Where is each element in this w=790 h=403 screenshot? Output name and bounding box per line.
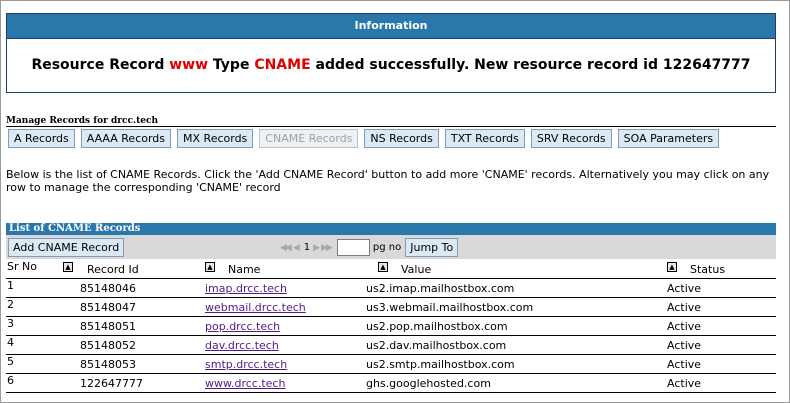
tab-mx-records[interactable]: MX Records — [177, 129, 254, 148]
list-title: List of CNAME Records — [6, 223, 776, 235]
tab-soa-parameters[interactable]: SOA Parameters — [617, 129, 720, 148]
record-id-cell: 85148047 — [80, 301, 136, 314]
sr-cell: 3 — [7, 317, 14, 330]
record-name-link[interactable]: webmail.drcc.tech — [205, 301, 306, 314]
first-page-icon[interactable]: ◀◀ — [280, 243, 292, 253]
record-id-cell: 85148053 — [80, 358, 136, 371]
value-cell: us2.dav.mailhostbox.com — [366, 339, 507, 352]
tab-ns-records[interactable]: NS Records — [364, 129, 439, 148]
record-type-highlight: CNAME — [254, 57, 311, 73]
jump-to-button[interactable]: Jump To — [405, 238, 459, 257]
table-row[interactable]: 2 85148047 webmail.drcc.tech us3.webmail… — [6, 298, 776, 317]
table-row[interactable]: 6 122647777 www.drcc.tech ghs.googlehost… — [6, 374, 776, 393]
add-cname-record-button[interactable]: Add CNAME Record — [8, 238, 125, 257]
table-header: Sr No ▲ Record Id ▲ Name ▲ Value ▲ Statu… — [6, 260, 776, 279]
value-cell: us2.imap.mailhostbox.com — [366, 282, 515, 295]
record-name-link[interactable]: pop.drcc.tech — [205, 320, 280, 333]
sort-status-icon[interactable]: ▲ — [667, 262, 677, 272]
table-row[interactable]: 4 85148052 dav.drcc.tech us2.dav.mailhos… — [6, 336, 776, 355]
record-name-link[interactable]: imap.drcc.tech — [205, 282, 287, 295]
table-row[interactable]: 3 85148051 pop.drcc.tech us2.pop.mailhos… — [6, 317, 776, 336]
column-sr-no: Sr No — [7, 260, 37, 273]
record-id-cell: 122647777 — [80, 377, 143, 390]
record-name-link[interactable]: smtp.drcc.tech — [205, 358, 287, 371]
column-record-id: Record Id — [87, 263, 139, 276]
page-number-input[interactable] — [336, 239, 370, 256]
record-id-cell: 85148051 — [80, 320, 136, 333]
value-cell: us2.pop.mailhostbox.com — [366, 320, 508, 333]
record-name-link[interactable]: dav.drcc.tech — [205, 339, 279, 352]
record-name-link[interactable]: www.drcc.tech — [205, 377, 285, 390]
tab-cname-records: CNAME Records — [259, 129, 359, 148]
cname-records-table: Sr No ▲ Record Id ▲ Name ▲ Value ▲ Statu… — [6, 260, 776, 393]
status-cell: Active — [667, 377, 702, 390]
status-cell: Active — [667, 282, 702, 295]
sort-value-icon[interactable]: ▲ — [378, 262, 388, 272]
information-header: Information — [7, 14, 775, 39]
prev-page-icon[interactable]: ◀ — [293, 243, 300, 253]
status-cell: Active — [667, 358, 702, 371]
records-description: Below is the list of CNAME Records. Clic… — [6, 168, 770, 194]
record-name-highlight: www — [169, 57, 209, 73]
record-id-cell: 85148046 — [80, 282, 136, 295]
sort-id-icon[interactable]: ▲ — [63, 262, 73, 272]
value-cell: us2.smtp.mailhostbox.com — [366, 358, 515, 371]
last-page-icon[interactable]: ▶▶ — [321, 243, 333, 253]
message-prefix: Resource Record — [31, 57, 170, 73]
record-id-cell: 85148052 — [80, 339, 136, 352]
page-number-label: pg no — [372, 242, 402, 253]
success-message: Resource Record www Type CNAME added suc… — [7, 39, 775, 91]
sort-name-icon[interactable]: ▲ — [205, 262, 215, 272]
record-type-tabs: A Records AAAA Records MX Records CNAME … — [8, 129, 720, 148]
tab-a-records[interactable]: A Records — [8, 129, 75, 148]
sr-cell: 5 — [7, 355, 14, 368]
current-page: 1 — [303, 242, 311, 253]
status-cell: Active — [667, 339, 702, 352]
pager: ◀◀ ◀ 1 ▶ ▶▶ pg no Jump To — [280, 238, 459, 257]
sr-cell: 1 — [7, 279, 14, 292]
tab-txt-records[interactable]: TXT Records — [444, 129, 525, 148]
sr-cell: 4 — [7, 336, 14, 349]
status-cell: Active — [667, 301, 702, 314]
next-page-icon[interactable]: ▶ — [313, 243, 320, 253]
manage-divider — [6, 126, 776, 127]
column-name: Name — [228, 263, 261, 276]
tab-aaaa-records[interactable]: AAAA Records — [80, 129, 172, 148]
message-suffix: added successfully. New resource record … — [310, 57, 751, 73]
value-cell: ghs.googlehosted.com — [366, 377, 491, 390]
table-row[interactable]: 1 85148046 imap.drcc.tech us2.imap.mailh… — [6, 279, 776, 298]
sr-cell: 6 — [7, 374, 14, 387]
information-panel: Information Resource Record www Type CNA… — [6, 13, 776, 93]
manage-records-title: Manage Records for drcc.tech — [6, 116, 159, 126]
column-status: Status — [690, 263, 726, 276]
message-middle: Type — [208, 57, 255, 73]
list-toolbar: Add CNAME Record ◀◀ ◀ 1 ▶ ▶▶ pg no Jump … — [6, 235, 776, 259]
table-row[interactable]: 5 85148053 smtp.drcc.tech us2.smtp.mailh… — [6, 355, 776, 374]
column-value: Value — [401, 263, 432, 276]
status-cell: Active — [667, 320, 702, 333]
value-cell: us3.webmail.mailhostbox.com — [366, 301, 534, 314]
sr-cell: 2 — [7, 298, 14, 311]
tab-srv-records[interactable]: SRV Records — [530, 129, 612, 148]
